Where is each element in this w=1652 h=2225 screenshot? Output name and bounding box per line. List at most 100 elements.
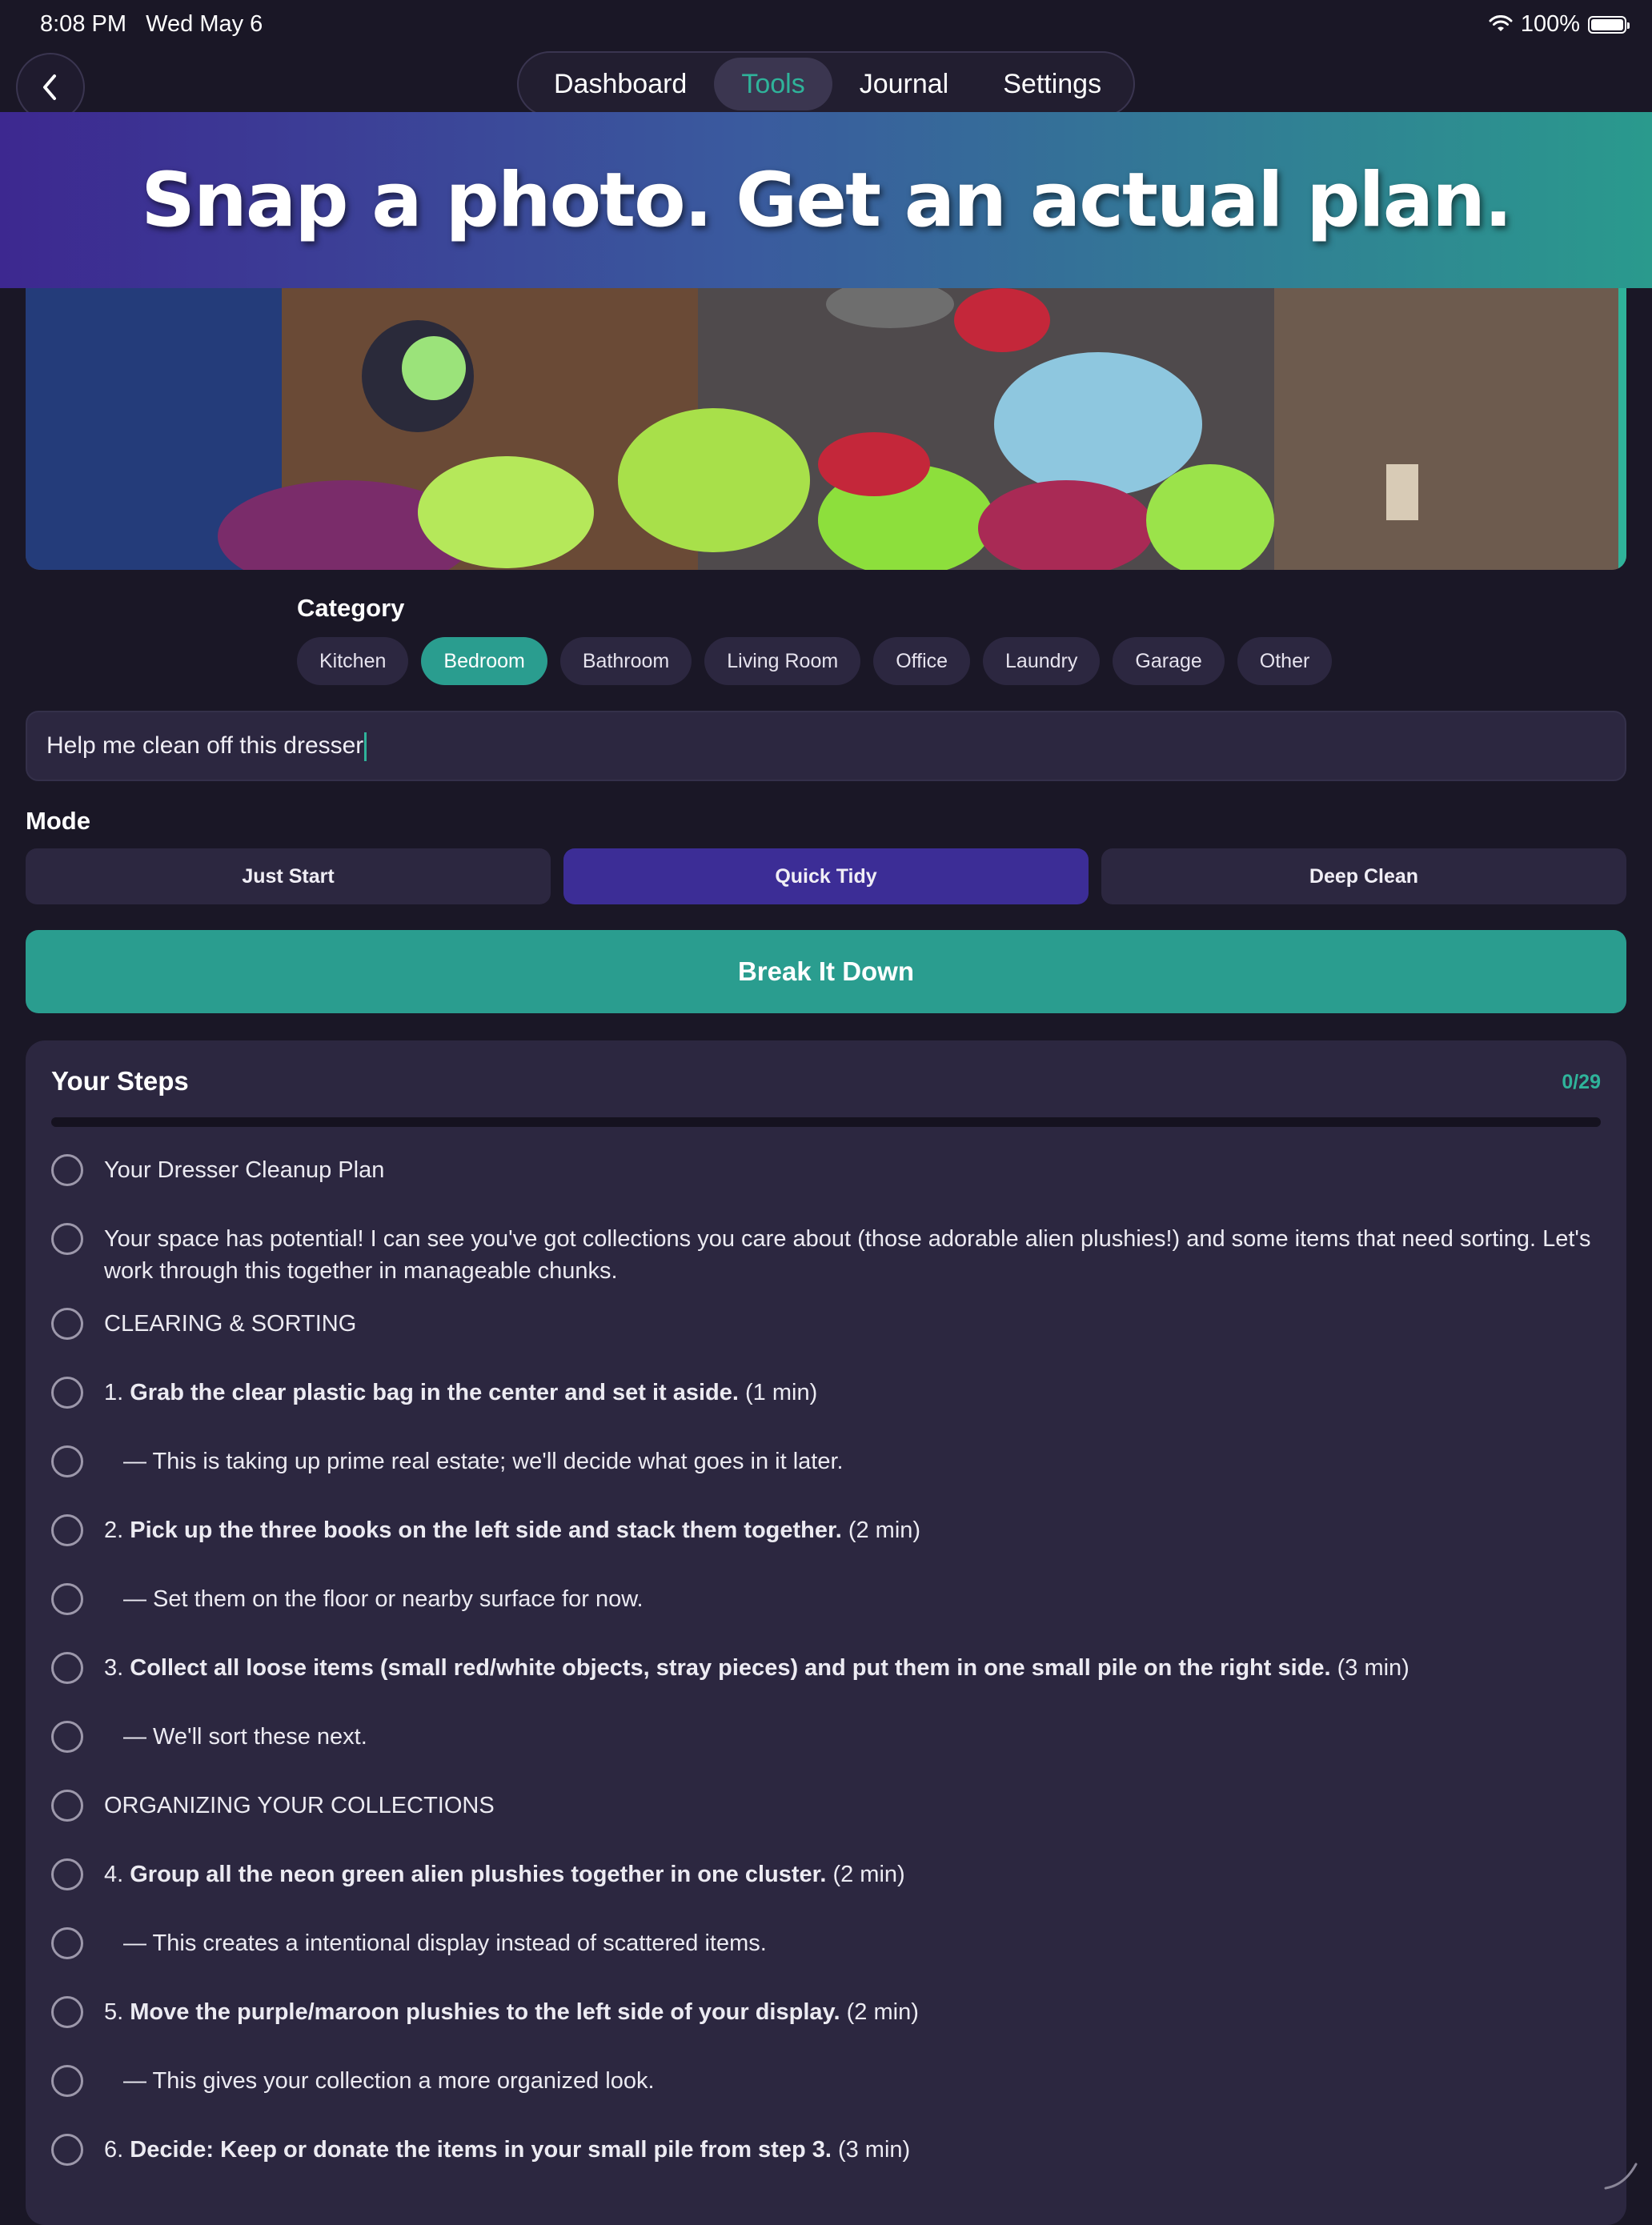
photo-image: [26, 288, 1626, 570]
steps-progress-bar: [51, 1117, 1601, 1127]
step-item: CLEARING & SORTING: [51, 1308, 1596, 1340]
steps-title: Your Steps: [51, 1066, 189, 1096]
step-checkbox[interactable]: [51, 2134, 83, 2166]
step-duration: (2 min): [841, 1517, 921, 1543]
uploaded-photo[interactable]: [26, 288, 1626, 570]
step-item: — This creates a intentional display ins…: [51, 1927, 1596, 1959]
step-body: — This is taking up prime real estate; w…: [123, 1449, 844, 1474]
step-action: Pick up the three books on the left side…: [130, 1517, 842, 1543]
step-text: — This is taking up prime real estate; w…: [104, 1445, 844, 1477]
step-checkbox[interactable]: [51, 1514, 83, 1546]
step-number: 6.: [104, 2137, 130, 2163]
step-checkbox[interactable]: [51, 1377, 83, 1409]
top-tab-bar: Dashboard Tools Journal Settings: [517, 51, 1135, 117]
mode-deep-clean-button[interactable]: Deep Clean: [1101, 848, 1626, 904]
step-text: 6. Decide: Keep or donate the items in y…: [104, 2134, 910, 2166]
step-duration: (3 min): [1330, 1655, 1409, 1681]
step-checkbox[interactable]: [51, 1445, 83, 1477]
step-text: 1. Grab the clear plastic bag in the cen…: [104, 1377, 817, 1409]
step-text: Your space has potential! I can see you'…: [104, 1223, 1596, 1287]
status-indicators: 100%: [1489, 11, 1630, 38]
step-text: 3. Collect all loose items (small red/wh…: [104, 1652, 1409, 1684]
step-text: — This gives your collection a more orga…: [104, 2065, 655, 2097]
step-checkbox[interactable]: [51, 2065, 83, 2097]
step-item: 2. Pick up the three books on the left s…: [51, 1514, 1596, 1546]
step-body: Your Dresser Cleanup Plan: [104, 1157, 385, 1183]
prompt-input[interactable]: Help me clean off this dresser: [26, 711, 1626, 781]
step-number: 5.: [104, 1999, 130, 2025]
mode-quick-tidy-button[interactable]: Quick Tidy: [563, 848, 1089, 904]
mode-selector: Just Start Quick Tidy Deep Clean: [26, 848, 1626, 904]
step-body: ORGANIZING YOUR COLLECTIONS: [104, 1793, 495, 1818]
step-checkbox[interactable]: [51, 1223, 83, 1255]
category-chip-bedroom[interactable]: Bedroom: [421, 637, 547, 685]
step-text: ORGANIZING YOUR COLLECTIONS: [104, 1790, 495, 1822]
step-duration: (1 min): [738, 1380, 818, 1405]
step-duration: (2 min): [840, 1999, 919, 2025]
wifi-icon: [1489, 14, 1513, 31]
step-text: — This creates a intentional display ins…: [104, 1927, 767, 1959]
step-item: 5. Move the purple/maroon plushies to th…: [51, 1996, 1596, 2028]
step-body: CLEARING & SORTING: [104, 1311, 357, 1337]
step-body: Your space has potential! I can see you'…: [104, 1226, 1591, 1284]
battery-icon: [1588, 15, 1630, 34]
step-number: 1.: [104, 1380, 130, 1405]
mode-just-start-button[interactable]: Just Start: [26, 848, 551, 904]
promo-banner: Snap a photo. Get an actual plan.: [0, 112, 1652, 288]
category-chip-office[interactable]: Office: [873, 637, 971, 685]
step-checkbox[interactable]: [51, 1583, 83, 1615]
category-chip-bathroom[interactable]: Bathroom: [559, 637, 692, 685]
step-duration: (2 min): [826, 1862, 905, 1887]
steps-progress-count: 0/29: [1562, 1071, 1601, 1093]
break-it-down-button[interactable]: Break It Down: [26, 930, 1626, 1013]
step-item: 3. Collect all loose items (small red/wh…: [51, 1652, 1596, 1684]
status-date: Wed May 6: [146, 11, 263, 37]
resize-grip-icon: [1604, 2163, 1638, 2190]
prompt-input-value: Help me clean off this dresser: [46, 732, 364, 759]
category-chip-garage[interactable]: Garage: [1113, 637, 1225, 685]
category-chip-other[interactable]: Other: [1237, 637, 1333, 685]
step-item: 4. Group all the neon green alien plushi…: [51, 1858, 1596, 1890]
step-checkbox[interactable]: [51, 1790, 83, 1822]
step-body: — Set them on the floor or nearby surfac…: [123, 1586, 644, 1612]
step-text: CLEARING & SORTING: [104, 1308, 356, 1340]
step-checkbox[interactable]: [51, 1652, 83, 1684]
tab-dashboard[interactable]: Dashboard: [527, 58, 714, 110]
step-text: Your Dresser Cleanup Plan: [104, 1154, 384, 1186]
step-text: 4. Group all the neon green alien plushi…: [104, 1858, 905, 1890]
step-action: Move the purple/maroon plushies to the l…: [130, 1999, 840, 2025]
step-item: — Set them on the floor or nearby surfac…: [51, 1583, 1596, 1615]
step-item: Your Dresser Cleanup Plan: [51, 1154, 1596, 1186]
tab-journal[interactable]: Journal: [832, 58, 976, 110]
step-action: Group all the neon green alien plushies …: [130, 1862, 827, 1887]
step-body: — We'll sort these next.: [123, 1724, 367, 1750]
step-checkbox[interactable]: [51, 1308, 83, 1340]
tab-settings[interactable]: Settings: [976, 58, 1129, 110]
mode-label: Mode: [26, 807, 90, 835]
step-action: Decide: Keep or donate the items in your…: [130, 2137, 832, 2163]
step-item: — This is taking up prime real estate; w…: [51, 1445, 1596, 1477]
step-item: — We'll sort these next.: [51, 1721, 1596, 1753]
category-chip-laundry[interactable]: Laundry: [983, 637, 1101, 685]
step-item: — This gives your collection a more orga…: [51, 2065, 1596, 2097]
category-chip-living-room[interactable]: Living Room: [704, 637, 861, 685]
category-chip-kitchen[interactable]: Kitchen: [297, 637, 409, 685]
step-text: — Set them on the floor or nearby surfac…: [104, 1583, 644, 1615]
step-checkbox[interactable]: [51, 1721, 83, 1753]
step-body: — This creates a intentional display ins…: [123, 1930, 767, 1956]
chevron-left-icon: [43, 74, 56, 100]
step-checkbox[interactable]: [51, 1927, 83, 1959]
steps-card: Your Steps 0/29 Your Dresser Cleanup Pla…: [26, 1040, 1626, 2225]
tab-tools[interactable]: Tools: [714, 58, 832, 110]
step-checkbox[interactable]: [51, 1996, 83, 2028]
step-duration: (3 min): [831, 2137, 911, 2163]
category-chips: Kitchen Bedroom Bathroom Living Room Off…: [297, 637, 1333, 685]
step-checkbox[interactable]: [51, 1858, 83, 1890]
step-action: Grab the clear plastic bag in the center…: [130, 1380, 739, 1405]
step-number: 4.: [104, 1862, 130, 1887]
step-item: Your space has potential! I can see you'…: [51, 1223, 1596, 1287]
step-item: 1. Grab the clear plastic bag in the cen…: [51, 1377, 1596, 1409]
battery-percent: 100%: [1520, 11, 1580, 37]
banner-headline: Snap a photo. Get an actual plan.: [141, 156, 1513, 244]
step-checkbox[interactable]: [51, 1154, 83, 1186]
